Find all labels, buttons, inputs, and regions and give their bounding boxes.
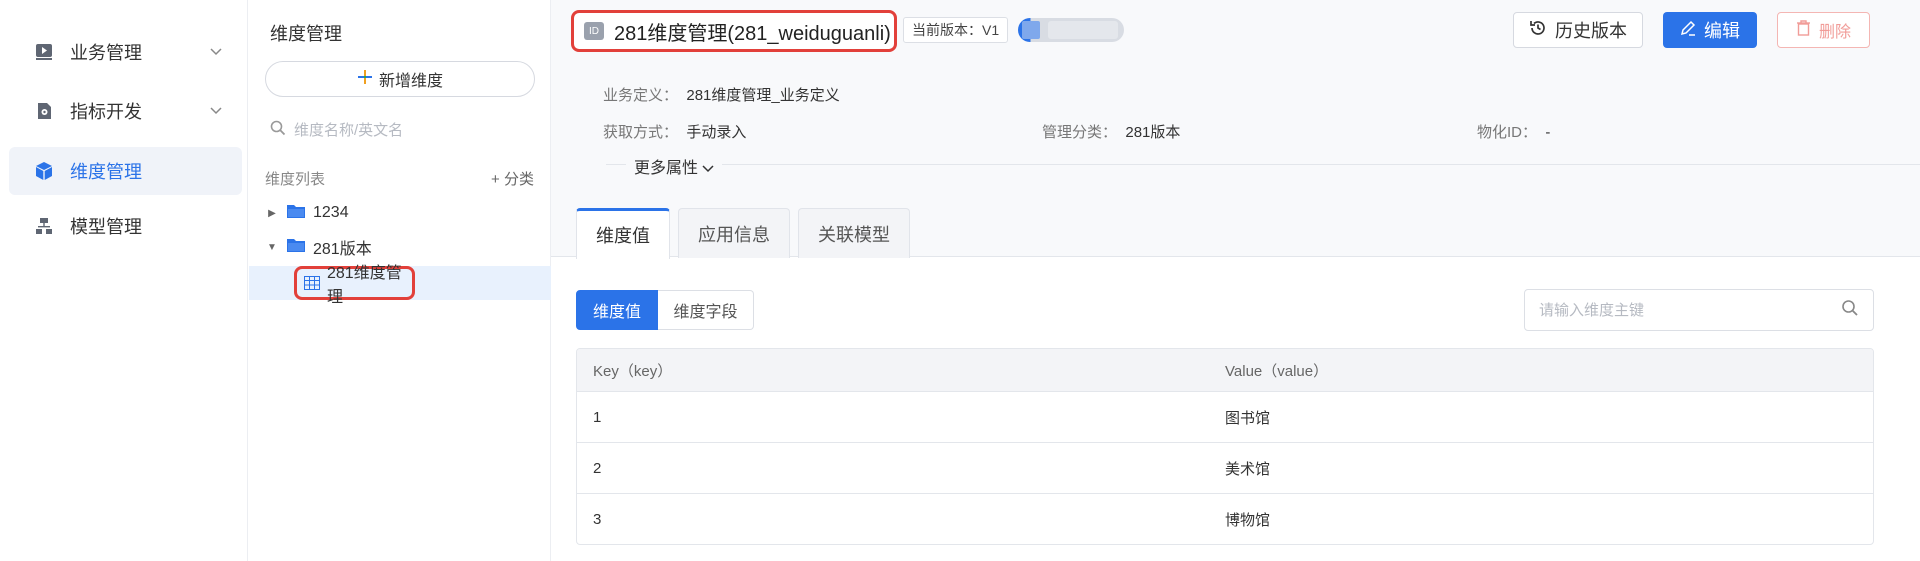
view-segment: 维度值 维度字段	[576, 290, 754, 330]
chevron-down-icon	[702, 160, 714, 177]
header-value: Value（value）	[1225, 362, 1329, 380]
main-panel: ID 281维度管理(281_weiduguanli) 当前版本：V1 历史版本…	[551, 0, 1920, 561]
caret-right-icon[interactable]: ▶	[265, 208, 279, 219]
pencil-icon	[1680, 20, 1696, 41]
table-icon	[304, 276, 320, 290]
dimension-title: ID 281维度管理(281_weiduguanli)	[571, 10, 897, 52]
cell-value: 美术馆	[1225, 460, 1271, 478]
key-search-input[interactable]	[1539, 301, 1841, 319]
field-materialized-id: 物化ID： -	[1477, 124, 1551, 141]
gear-doc-icon	[33, 100, 55, 122]
cell-key: 2	[593, 459, 602, 477]
cell-value: 图书馆	[1225, 409, 1271, 427]
version-switch[interactable]	[1018, 18, 1124, 42]
more-attributes-toggle[interactable]: 更多属性	[626, 154, 723, 178]
page-title: 281维度管理(281_weiduguanli)	[614, 22, 891, 45]
field-category: 管理分类： 281版本	[1042, 124, 1181, 141]
tree-node-label: 1234	[313, 204, 349, 221]
history-icon	[1529, 19, 1547, 42]
folder-icon	[287, 238, 305, 257]
edit-button[interactable]: 编辑	[1663, 12, 1757, 48]
table-row: 3 博物馆	[577, 493, 1873, 544]
dimension-list-label: 维度列表	[265, 171, 326, 188]
nav-label: 模型管理	[70, 217, 142, 237]
cell-key: 3	[593, 510, 602, 528]
search-icon[interactable]	[1841, 299, 1859, 322]
table-row: 1 图书馆	[577, 391, 1873, 442]
delete-button[interactable]: 删除	[1777, 12, 1870, 48]
table-header: Key（key） Value（value）	[577, 349, 1873, 391]
plus-icon: +	[491, 171, 500, 188]
tree-node-label: 281版本	[313, 241, 372, 258]
sparkle-plus-icon	[357, 69, 373, 90]
segment-fields[interactable]: 维度字段	[658, 290, 754, 330]
version-badge: 当前版本：V1	[903, 17, 1009, 43]
chevron-down-icon	[210, 102, 222, 120]
add-category-label: 分类	[503, 171, 534, 188]
tree-leaf-281-dimension[interactable]: 281维度管理	[294, 265, 415, 306]
cube-icon	[33, 160, 55, 182]
tree-leaf-label: 281维度管理	[327, 265, 402, 306]
nav-label: 业务管理	[70, 43, 142, 63]
nav-label: 指标开发	[70, 102, 142, 122]
nav-item-models[interactable]: 模型管理	[9, 202, 242, 250]
segment-values[interactable]: 维度值	[576, 290, 658, 330]
add-category-button[interactable]: + 分类	[491, 168, 534, 189]
field-acquire-method: 获取方式： 手动录入	[603, 124, 747, 141]
search-icon	[270, 120, 286, 141]
dimension-values-table: Key（key） Value（value） 1 图书馆 2 美术馆 3 博物馆	[576, 348, 1874, 545]
cell-key: 1	[593, 408, 602, 426]
delete-label: 删除	[1818, 24, 1851, 41]
tree-search-input[interactable]	[294, 121, 514, 139]
table-row: 2 美术馆	[577, 442, 1873, 493]
nav-item-dimensions[interactable]: 维度管理	[9, 147, 242, 195]
left-nav: 业务管理 指标开发 维度管理 模型管理	[0, 0, 248, 561]
id-icon: ID	[584, 22, 604, 40]
tab-related-models[interactable]: 关联模型	[798, 208, 910, 258]
play-doc-icon	[33, 41, 55, 63]
trash-icon	[1796, 19, 1811, 41]
cell-value: 博物馆	[1225, 511, 1271, 529]
tree-search	[270, 117, 534, 143]
add-dimension-label: 新增维度	[378, 73, 443, 90]
nav-item-metrics[interactable]: 指标开发	[9, 87, 242, 135]
header-key: Key（key）	[593, 362, 673, 380]
nav-label: 维度管理	[70, 162, 142, 182]
field-business-definition: 业务定义： 281维度管理_业务定义	[603, 87, 840, 104]
hierarchy-icon	[33, 215, 55, 237]
tree-node-1234[interactable]: ▶ 1234	[265, 196, 349, 230]
history-label: 历史版本	[1555, 21, 1627, 41]
more-attributes-label: 更多属性	[634, 160, 699, 177]
add-dimension-button[interactable]: 新增维度	[265, 61, 535, 97]
tab-dimension-values[interactable]: 维度值	[576, 208, 670, 259]
chevron-down-icon	[210, 43, 222, 61]
history-version-button[interactable]: 历史版本	[1513, 12, 1643, 48]
dimension-tree-panel: 维度管理 新增维度 维度列表 + 分类 ▶ 1234 ▼ 281版本 281维度…	[249, 0, 551, 561]
divider	[606, 164, 1920, 165]
tree-title: 维度管理	[270, 24, 342, 44]
nav-item-business[interactable]: 业务管理	[9, 28, 242, 76]
tab-application-info[interactable]: 应用信息	[678, 208, 790, 258]
folder-icon	[287, 204, 305, 223]
edit-label: 编辑	[1704, 21, 1740, 41]
key-search-box	[1524, 289, 1874, 331]
caret-down-icon[interactable]: ▼	[265, 242, 279, 253]
